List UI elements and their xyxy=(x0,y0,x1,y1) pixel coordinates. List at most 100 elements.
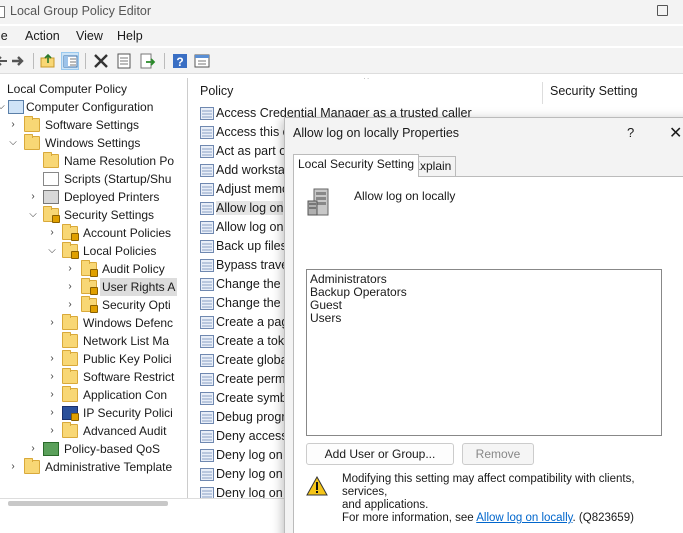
policy-name: Create a pag xyxy=(216,315,289,329)
policy-icon xyxy=(200,145,214,158)
policy-icon xyxy=(200,278,214,291)
pane-splitter[interactable] xyxy=(188,78,196,498)
folder-icon xyxy=(62,350,78,366)
policy-name: Back up files xyxy=(216,239,287,253)
policy-name: Deny access xyxy=(216,429,288,443)
policy-icon xyxy=(200,354,214,367)
policy-name-label: Allow log on locally xyxy=(354,189,456,203)
svg-text:?: ? xyxy=(176,55,183,69)
export-list-icon[interactable] xyxy=(139,52,157,70)
tab-panel: Allow log on locally Administrators Back… xyxy=(293,176,683,533)
remove-button[interactable]: Remove xyxy=(462,443,534,465)
folder-icon xyxy=(24,458,40,474)
filter-view-icon[interactable] xyxy=(193,52,211,70)
policy-icon xyxy=(200,221,214,234)
computer-icon xyxy=(8,100,24,114)
folder-icon xyxy=(62,386,78,402)
list-item[interactable]: Users xyxy=(310,311,341,325)
forward-arrow-icon[interactable] xyxy=(10,52,28,70)
policy-name: Change the s xyxy=(216,277,291,291)
policy-icon xyxy=(200,126,214,139)
toolbar: ? xyxy=(0,48,683,74)
policy-icon xyxy=(200,240,214,253)
tab-local-security-setting[interactable]: Local Security Setting xyxy=(293,154,420,177)
folder-icon xyxy=(24,134,40,150)
policy-icon xyxy=(200,468,214,481)
chevron-right-icon[interactable]: › xyxy=(47,386,57,404)
policy-icon xyxy=(200,164,214,177)
policy-icon xyxy=(200,107,214,120)
chevron-right-icon[interactable]: › xyxy=(47,350,57,368)
server-icon xyxy=(306,187,334,219)
chevron-right-icon[interactable]: › xyxy=(47,404,57,422)
up-folder-icon[interactable] xyxy=(39,52,57,70)
show-hide-tree-icon[interactable] xyxy=(61,52,79,70)
chevron-right-icon[interactable]: › xyxy=(47,224,57,242)
chevron-right-icon[interactable]: › xyxy=(47,422,57,440)
list-item[interactable]: Backup Operators xyxy=(310,285,407,299)
chevron-right-icon[interactable]: › xyxy=(47,314,57,332)
folder-icon xyxy=(62,314,78,330)
chevron-right-icon[interactable]: › xyxy=(8,458,18,476)
policy-icon xyxy=(200,487,214,498)
chevron-down-icon[interactable]: ⌵ xyxy=(47,242,57,260)
column-header-security-setting[interactable]: Security Setting xyxy=(550,78,638,104)
delete-icon[interactable] xyxy=(92,52,110,70)
policy-name: Allow log on xyxy=(216,201,284,215)
policy-name: Create a toke xyxy=(216,334,292,348)
window-title: Local Group Policy Editor xyxy=(10,4,152,18)
policy-name: Create globa xyxy=(216,353,288,367)
policy-name: Create perma xyxy=(216,372,293,386)
list-item[interactable]: Administrators xyxy=(310,272,387,286)
chevron-right-icon[interactable]: › xyxy=(65,260,75,278)
policy-icon xyxy=(200,449,214,462)
chevron-down-icon[interactable]: ⌵ xyxy=(8,134,18,152)
folder-icon xyxy=(43,152,59,168)
policy-name: Debug progr xyxy=(216,410,286,424)
folder-icon xyxy=(81,296,98,313)
list-item[interactable]: Guest xyxy=(310,298,342,312)
menu-action[interactable]: Action xyxy=(25,29,60,43)
folder-icon xyxy=(81,260,98,277)
policy-icon xyxy=(200,411,214,424)
menu-view[interactable]: View xyxy=(76,29,103,43)
maximize-button[interactable] xyxy=(657,5,668,16)
policy-name: Bypass traver xyxy=(216,258,293,272)
ip-security-icon xyxy=(62,406,79,421)
qos-chart-icon xyxy=(43,442,59,456)
allow-log-on-locally-link[interactable]: Allow log on locally xyxy=(476,512,572,524)
sort-ascending-icon: ^ xyxy=(364,78,369,85)
chevron-right-icon[interactable]: › xyxy=(8,116,18,134)
policy-icon xyxy=(200,297,214,310)
policy-name: Act as part o xyxy=(216,144,287,158)
policy-icon xyxy=(200,202,214,215)
members-listbox[interactable]: Administrators Backup Operators Guest Us… xyxy=(306,269,662,436)
menu-help[interactable]: Help xyxy=(117,29,143,43)
dialog-title: Allow log on locally Properties xyxy=(293,126,460,140)
column-header-policy[interactable]: Policy xyxy=(200,78,233,104)
policy-icon xyxy=(200,259,214,272)
policy-icon xyxy=(200,373,214,386)
back-arrow-icon[interactable] xyxy=(0,52,10,70)
chevron-right-icon[interactable]: › xyxy=(28,188,38,206)
folder-icon xyxy=(81,278,98,295)
policy-name: Deny log on xyxy=(216,448,283,462)
dialog-help-button[interactable]: ? xyxy=(627,125,634,140)
chevron-down-icon[interactable]: ⌵ xyxy=(28,206,38,224)
warning-icon xyxy=(306,475,328,496)
help-icon[interactable]: ? xyxy=(171,52,189,70)
add-user-button[interactable]: Add User or Group... xyxy=(306,443,454,465)
menu-file[interactable]: le xyxy=(0,29,8,43)
horizontal-scrollbar[interactable] xyxy=(8,501,168,506)
warning-text: Modifying this setting may affect compat… xyxy=(342,473,635,524)
chevron-right-icon[interactable]: › xyxy=(28,440,38,458)
properties-icon[interactable] xyxy=(115,52,133,70)
chevron-right-icon[interactable]: › xyxy=(65,296,75,314)
policy-icon xyxy=(200,183,214,196)
policy-icon xyxy=(200,392,214,405)
chevron-right-icon[interactable]: › xyxy=(65,278,75,296)
dialog-close-button[interactable]: ✕ xyxy=(669,123,682,143)
chevron-right-icon[interactable]: › xyxy=(47,368,57,386)
chevron-down-icon[interactable]: ⌵ xyxy=(0,98,6,116)
policy-icon xyxy=(200,316,214,329)
